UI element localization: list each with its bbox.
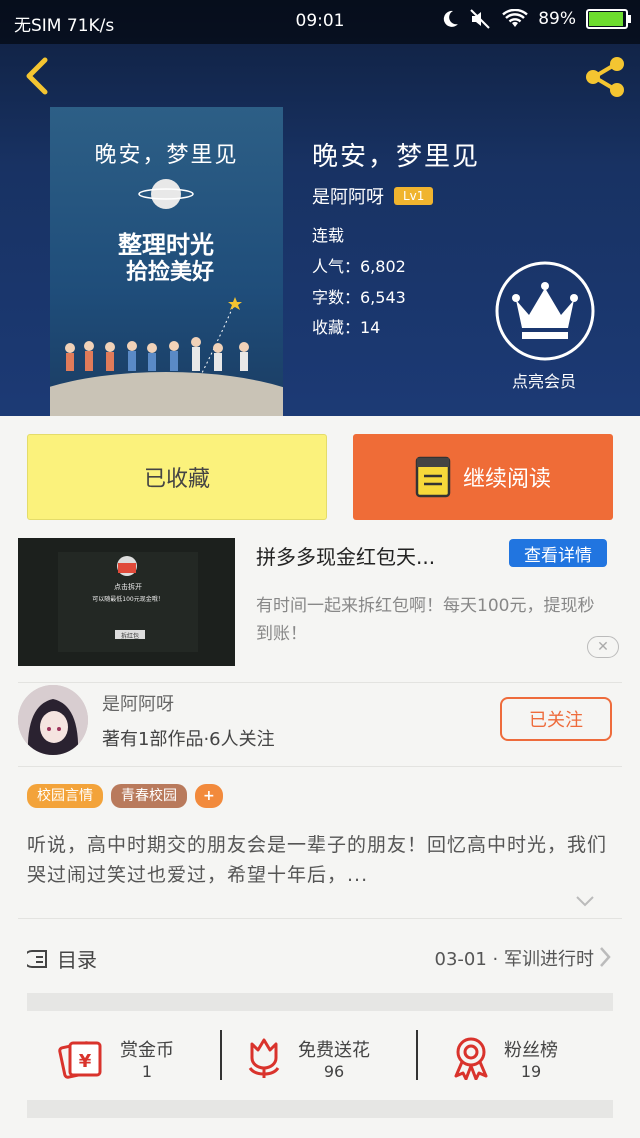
follow-button[interactable]: 已关注 (500, 697, 612, 741)
word-count: 字数：6,543 (312, 288, 406, 307)
coin-envelope-icon: ¥ (58, 1041, 102, 1079)
book-cover[interactable]: 晚安，梦里见 整理时光 拾捡美好 (50, 107, 283, 416)
ad-thumb-text: 点击拆开 (114, 583, 142, 591)
crown-icon (495, 261, 595, 361)
list-icon (27, 949, 47, 968)
ad-close-button[interactable]: ✕ (587, 636, 619, 658)
vip-button[interactable] (494, 260, 596, 362)
toc-button[interactable]: 目录 (27, 944, 97, 973)
svg-text:拾捡美好: 拾捡美好 (126, 259, 214, 285)
close-icon: ✕ (597, 639, 609, 655)
status-bar: 无SIM 71K/s 09:01 89% (0, 0, 640, 44)
latest-chapter[interactable]: 03-01 · 军训进行时 (435, 945, 594, 971)
book-title: 晚安，梦里见 (312, 142, 481, 172)
collected-button[interactable]: 已收藏 (27, 434, 327, 520)
reward-coins-button[interactable]: ¥ 赏金币 1 (58, 1030, 174, 1086)
toc-label: 目录 (57, 948, 97, 972)
avatar[interactable] (18, 685, 88, 755)
fan-ranking-button[interactable]: 粉丝榜 19 (450, 1030, 558, 1086)
avatar-image (18, 685, 88, 755)
tag-item[interactable]: 校园言情 (27, 784, 103, 808)
ad-detail-button[interactable]: 查看详情 (509, 539, 607, 567)
separator (220, 1030, 222, 1080)
cover-title: 晚安，梦里见 (94, 143, 239, 168)
ad-title[interactable]: 拼多多现金红包天... (256, 541, 496, 570)
mute-icon (470, 9, 490, 29)
ad-description: 有时间一起来拆红包啊！每天100元，提现秒到账！ (256, 596, 595, 644)
ad-thumb-subtext: 可以随最低100元现金哦！ (92, 596, 164, 603)
battery-percent: 89% (538, 9, 576, 29)
author-meta: 著有1部作品·6人关注 (102, 729, 275, 750)
chevron-right-icon (600, 947, 611, 967)
tag-list: 校园言情 青春校园 + (27, 784, 223, 808)
chevron-down-icon[interactable] (575, 894, 595, 908)
level-badge: Lv1 (394, 187, 434, 205)
share-button[interactable] (580, 54, 630, 100)
moon-icon (444, 10, 459, 27)
battery-icon (586, 9, 631, 29)
author-name[interactable]: 是阿阿呀 (312, 183, 384, 209)
ad-thumb-button: 拆红包 (120, 633, 139, 640)
wifi-icon (502, 9, 529, 27)
book-header: 无SIM 71K/s 09:01 89% 晚安，梦里见 整理时光 拾捡美好 晚安… (0, 0, 640, 416)
flower-icon (248, 1038, 280, 1078)
status-icons: 89% (440, 9, 631, 29)
collected-label: 已收藏 (143, 467, 210, 492)
send-flower-button[interactable]: 免费送花 96 (244, 1030, 370, 1086)
section-spacer (27, 1100, 613, 1118)
cover-illustration: 整理时光 拾捡美好 (50, 179, 283, 416)
popularity: 人气：6,802 (312, 257, 406, 276)
section-spacer (27, 993, 613, 1011)
chevron-left-icon (26, 57, 48, 95)
back-button[interactable] (18, 56, 58, 96)
share-icon (586, 57, 624, 97)
tag-item[interactable]: 青春校园 (111, 784, 187, 808)
vip-label: 点亮会员 (511, 372, 576, 391)
synopsis: 听说，高中时期交的朋友会是一辈子的朋友！回忆高中时光，我们哭过闹过笑过也爱过，希… (27, 834, 608, 886)
continue-reading-button[interactable]: 继续阅读 (353, 434, 613, 520)
collections-count: 收藏：14 (312, 318, 381, 337)
continue-label: 继续阅读 (462, 467, 551, 492)
send-flower-label: 免费送花 (298, 1039, 370, 1061)
send-flower-count: 96 (323, 1061, 345, 1081)
medal-icon (454, 1037, 488, 1080)
serial-status: 连载 (312, 226, 345, 245)
fan-ranking-count: 19 (520, 1061, 542, 1081)
ad-thumbnail[interactable]: 点击拆开 可以随最低100元现金哦！ 拆红包 (18, 538, 235, 666)
divider (18, 918, 622, 919)
add-tag-button[interactable]: + (195, 784, 223, 808)
separator (416, 1030, 418, 1080)
author-name[interactable]: 是阿阿呀 (102, 690, 174, 716)
author-row: 是阿阿呀 Lv1 (312, 183, 434, 209)
reward-coins-label: 赏金币 (120, 1039, 174, 1061)
reward-coins-count: 1 (141, 1061, 153, 1081)
divider (18, 682, 622, 683)
divider (18, 766, 622, 767)
svg-text:整理时光: 整理时光 (118, 230, 214, 259)
svg-text:¥: ¥ (79, 1051, 92, 1072)
book-icon (415, 456, 451, 498)
fan-ranking-label: 粉丝榜 (504, 1039, 558, 1061)
